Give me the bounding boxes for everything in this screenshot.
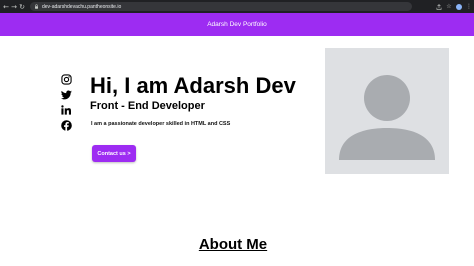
lock-icon[interactable]	[34, 4, 39, 9]
menu-icon[interactable]: ⋮	[466, 3, 472, 10]
facebook-icon[interactable]	[60, 120, 72, 131]
hero-description: I am a passionate developer skilled in H…	[91, 121, 231, 127]
instagram-icon[interactable]	[60, 74, 72, 85]
reload-icon[interactable]: ↻	[18, 0, 26, 13]
forward-icon[interactable]: →	[10, 0, 18, 13]
share-icon[interactable]	[436, 3, 442, 10]
contact-us-button[interactable]: Contact us >	[92, 145, 136, 162]
linkedin-icon[interactable]	[61, 105, 71, 115]
hero-title: Hi, I am Adarsh Dev	[90, 73, 296, 98]
avatar-placeholder-icon	[339, 75, 435, 160]
profile-icon[interactable]	[456, 3, 462, 10]
about-section-title: About Me	[198, 236, 268, 253]
bookmark-star-icon[interactable]: ☆	[446, 3, 452, 10]
url-text: dev-adarshdevachu.pantheonsite.io	[42, 3, 122, 10]
profile-avatar	[325, 48, 449, 174]
address-bar[interactable]: dev-adarshdevachu.pantheonsite.io	[30, 2, 412, 11]
hero-subtitle: Front - End Developer	[90, 100, 205, 112]
site-header: Adarsh Dev Portfolio	[0, 13, 474, 36]
social-links	[60, 74, 72, 131]
back-icon[interactable]: ←	[2, 0, 10, 13]
twitter-icon[interactable]	[60, 90, 72, 100]
browser-toolbar: ← → ↻ dev-adarshdevachu.pantheonsite.io …	[0, 0, 474, 13]
site-brand[interactable]: Adarsh Dev Portfolio	[207, 21, 267, 28]
